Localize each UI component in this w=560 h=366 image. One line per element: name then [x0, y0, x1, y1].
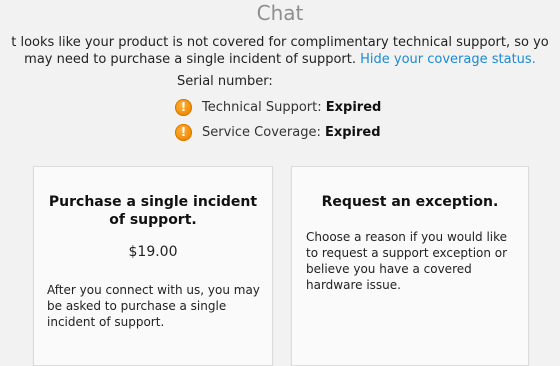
page-title: Chat	[256, 1, 304, 25]
coverage-message: t looks like your product is not covered…	[0, 34, 560, 68]
purchase-incident-description: After you connect with us, you may be as…	[47, 283, 260, 329]
request-exception-card[interactable]: Request an exception. Choose a reason if…	[291, 166, 529, 366]
status-label: Service Coverage:	[202, 124, 321, 140]
status-label: Technical Support:	[202, 99, 322, 115]
coverage-message-line1: t looks like your product is not covered…	[11, 35, 549, 50]
hide-coverage-link[interactable]: Hide your coverage status.	[360, 52, 536, 67]
service-coverage-status: ! Service Coverage: Expired	[175, 122, 381, 142]
purchase-incident-title: Purchase a single incident of support.	[48, 194, 258, 228]
technical-support-status: ! Technical Support: Expired	[175, 97, 381, 117]
price-label: $19.00	[128, 244, 178, 260]
coverage-message-text: may need to purchase a single incident o…	[24, 52, 356, 67]
status-value: Expired	[324, 124, 381, 140]
request-exception-description: Choose a reason if you would like to req…	[306, 230, 508, 292]
warning-icon: !	[175, 98, 192, 116]
warning-icon: !	[175, 123, 192, 141]
serial-number-label: Serial number:	[177, 74, 273, 89]
request-exception-title: Request an exception.	[321, 194, 499, 210]
purchase-incident-card[interactable]: Purchase a single incident of support. $…	[33, 166, 273, 366]
status-value: Expired	[325, 99, 382, 115]
coverage-message-line2: may need to purchase a single incident o…	[0, 51, 560, 68]
